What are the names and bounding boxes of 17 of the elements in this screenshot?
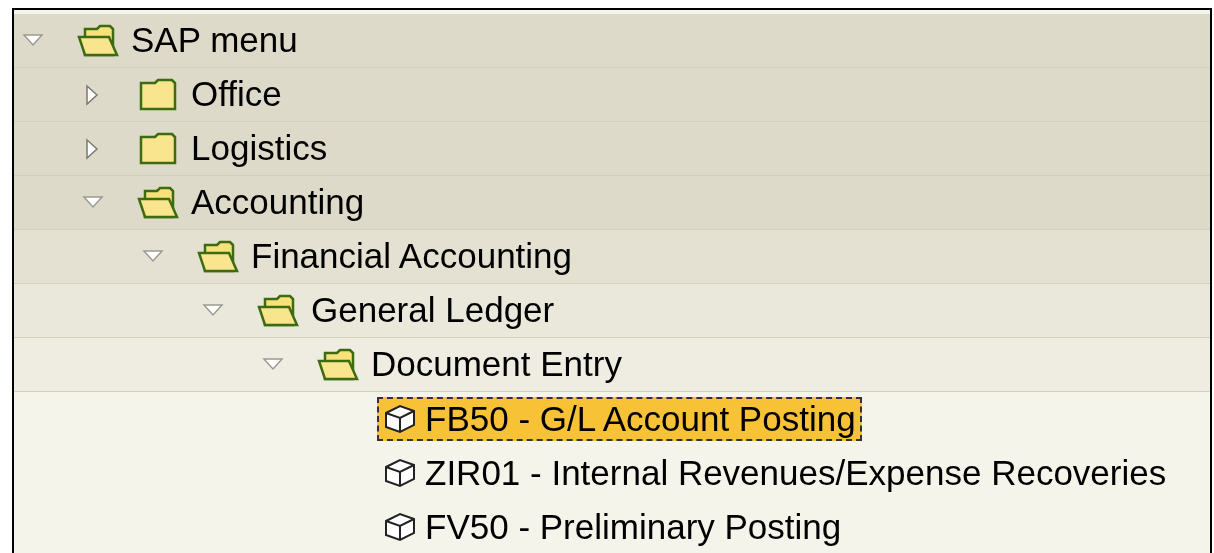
cube-icon bbox=[383, 403, 417, 435]
open-folder-icon bbox=[77, 22, 119, 59]
transaction-item[interactable]: ZIR01 - Internal Revenues/Expense Recoveries bbox=[377, 451, 1173, 495]
open-folder-icon bbox=[197, 238, 239, 275]
folder-label[interactable]: SAP menu bbox=[131, 14, 298, 67]
folder-label[interactable]: Accounting bbox=[191, 176, 365, 229]
folder-icon bbox=[137, 76, 179, 113]
folder-label[interactable]: Logistics bbox=[191, 122, 328, 175]
open-folder-icon bbox=[317, 346, 359, 383]
folder-icon bbox=[137, 130, 179, 167]
open-folder-icon bbox=[257, 292, 299, 329]
transaction-item[interactable]: FV50 - Preliminary Posting bbox=[377, 505, 848, 549]
cube-icon bbox=[383, 511, 417, 543]
cube-icon bbox=[383, 457, 417, 489]
open-folder-icon bbox=[137, 184, 179, 221]
transaction-item[interactable]: FB50 - G/L Account Posting bbox=[377, 397, 862, 441]
folder-label[interactable]: Office bbox=[191, 68, 282, 121]
